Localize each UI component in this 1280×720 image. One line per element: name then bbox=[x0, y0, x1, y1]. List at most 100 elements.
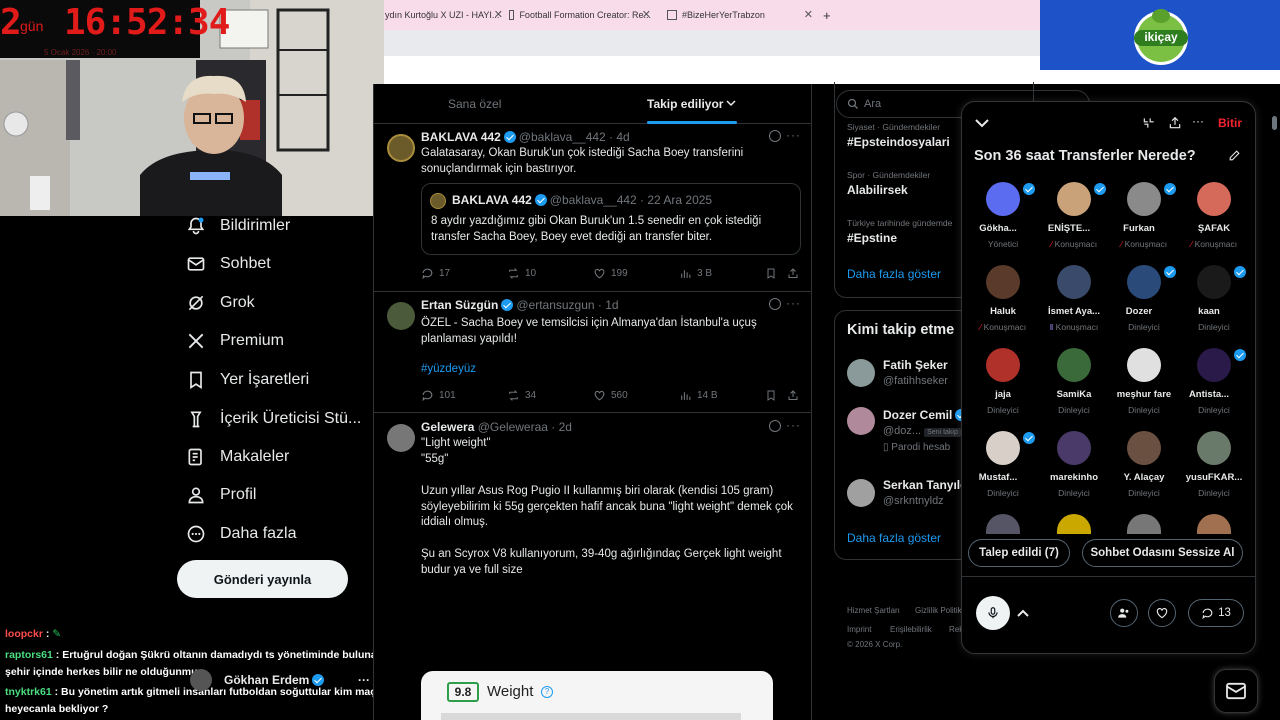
follow-name[interactable]: Fatih Şeker bbox=[883, 358, 948, 372]
space-participant[interactable]: ENİŞTE... ⁄ Konuşmacı bbox=[1039, 182, 1109, 264]
browser-tab[interactable]: ydın Kurtoğlu X UZI - HAYI... ✕ bbox=[385, 4, 503, 26]
bookmark-icon[interactable] bbox=[765, 389, 777, 402]
browser-tab[interactable]: #BizeHerYerTrabzon ✕ bbox=[667, 4, 813, 26]
more-dots-icon[interactable]: ··· bbox=[1192, 114, 1204, 128]
avatar[interactable] bbox=[847, 479, 875, 507]
space-participant[interactable]: İsmet Aya... ‖ Konuşmacı bbox=[1039, 265, 1109, 347]
avatar[interactable] bbox=[387, 424, 415, 452]
mute-space-button[interactable]: Sohbet Odasını Sessize Al bbox=[1082, 539, 1243, 567]
author-name[interactable]: Ertan Süzgün bbox=[421, 298, 498, 312]
microphone-button[interactable] bbox=[976, 596, 1010, 630]
trend-item[interactable]: Alabilirsek bbox=[847, 183, 908, 197]
messages-drawer-button[interactable] bbox=[1214, 669, 1258, 713]
tab-for-you[interactable]: Sana özel bbox=[448, 97, 501, 111]
space-participant[interactable]: jaja Dinleyici bbox=[968, 348, 1038, 430]
space-participant[interactable]: yusuFKAR... Dinleyici bbox=[1179, 431, 1249, 513]
share-icon[interactable] bbox=[787, 389, 799, 402]
space-participant[interactable]: SamiKa Dinleyici bbox=[1039, 348, 1109, 430]
nav-creator-studio[interactable]: İçerik Üreticisi Stü... bbox=[186, 405, 361, 433]
grok-icon[interactable] bbox=[769, 420, 781, 432]
footer-link[interactable]: Erişilebilirlik bbox=[890, 625, 932, 634]
address-bar[interactable] bbox=[383, 30, 1040, 56]
account-switcher[interactable]: Gökhan Erdem ··· bbox=[190, 669, 370, 691]
participants-button[interactable] bbox=[1110, 599, 1138, 627]
space-participant[interactable]: kaan Dinleyici bbox=[1179, 265, 1249, 347]
repost-button[interactable]: 10 bbox=[507, 267, 536, 280]
space-participant[interactable]: marekinho Dinleyici bbox=[1039, 431, 1109, 513]
new-tab-button[interactable]: + bbox=[823, 4, 835, 26]
grok-icon[interactable] bbox=[769, 298, 781, 310]
like-button[interactable]: 560 bbox=[593, 389, 628, 402]
more-dots-icon[interactable]: ··· bbox=[786, 418, 801, 432]
share-icon[interactable] bbox=[787, 267, 799, 280]
end-space-button[interactable]: Bitir bbox=[1218, 116, 1242, 130]
avatar[interactable] bbox=[847, 407, 875, 435]
close-icon[interactable]: ✕ bbox=[494, 8, 503, 21]
footer-link[interactable]: Hizmet Şartları bbox=[847, 606, 900, 615]
repost-button[interactable]: 34 bbox=[507, 389, 536, 402]
share-icon[interactable] bbox=[1168, 116, 1182, 130]
comments-button[interactable]: 13 bbox=[1188, 599, 1244, 627]
show-more-link[interactable]: Daha fazla göster bbox=[847, 531, 941, 545]
comment-icon bbox=[1202, 608, 1213, 619]
space-participant[interactable]: Furkan ⁄ Konuşmacı bbox=[1109, 182, 1179, 264]
space-participant[interactable]: meşhur fare Dinleyici bbox=[1109, 348, 1179, 430]
more-dots-icon[interactable]: ··· bbox=[786, 128, 801, 142]
nav-bookmarks[interactable]: Yer İşaretleri bbox=[186, 366, 309, 394]
more-dots-icon[interactable]: ··· bbox=[786, 296, 801, 310]
nav-grok[interactable]: Grok bbox=[186, 289, 255, 317]
avatar[interactable] bbox=[847, 359, 875, 387]
chevron-up-icon[interactable] bbox=[1017, 609, 1029, 617]
show-more-link[interactable]: Daha fazla göster bbox=[847, 267, 941, 281]
browser-tab[interactable]: Football Formation Creator: Re... ✕ bbox=[509, 4, 651, 26]
nav-messages[interactable]: Sohbet bbox=[186, 250, 271, 278]
post-button[interactable]: Gönderi yayınla bbox=[177, 560, 348, 598]
chevron-down-icon[interactable] bbox=[975, 118, 989, 128]
space-participant[interactable]: Haluk ⁄ Konuşmacı bbox=[968, 265, 1038, 347]
nav-more[interactable]: Daha fazla bbox=[186, 520, 297, 548]
close-icon[interactable]: ✕ bbox=[642, 8, 651, 21]
nav-profile[interactable]: Profil bbox=[186, 481, 256, 509]
follow-name[interactable]: Serkan Tanyıld bbox=[883, 478, 967, 492]
tab-following[interactable]: Takip ediliyor bbox=[647, 97, 723, 111]
nav-articles[interactable]: Makaleler bbox=[186, 443, 289, 471]
space-participant[interactable]: Dozer Dinleyici bbox=[1109, 265, 1179, 347]
views-button[interactable]: 3 B bbox=[679, 267, 712, 280]
avatar[interactable] bbox=[387, 134, 415, 162]
footer-link[interactable]: Imprint bbox=[847, 625, 871, 634]
trend-item[interactable]: #Epstine bbox=[847, 231, 897, 245]
tweet-media-image[interactable]: 9.8 Weight ? bbox=[421, 671, 773, 720]
nav-notifications[interactable]: Bildirimler bbox=[186, 212, 290, 240]
space-participant[interactable]: Antista... Dinleyici bbox=[1179, 348, 1249, 430]
quoted-tweet[interactable]: BAKLAVA 442 @baklava__442 · 22 Ara 2025 8… bbox=[421, 183, 801, 255]
footer-link[interactable]: Gizlilik Politik bbox=[915, 606, 962, 615]
bookmark-icon[interactable] bbox=[765, 267, 777, 280]
tweet[interactable]: Ertan Süzgün @ertansuzgun · 1d ··· ÖZEL -… bbox=[374, 292, 811, 413]
reply-button[interactable]: 101 bbox=[421, 389, 456, 402]
follow-name-row[interactable]: Dozer Cemil bbox=[883, 408, 970, 422]
author-name[interactable]: BAKLAVA 442 bbox=[421, 130, 501, 144]
views-button[interactable]: 14 B bbox=[679, 389, 718, 402]
close-icon[interactable]: ✕ bbox=[804, 8, 813, 21]
react-button[interactable] bbox=[1148, 599, 1176, 627]
grok-icon[interactable] bbox=[769, 130, 781, 142]
requests-button[interactable]: Talep edildi (7) bbox=[968, 539, 1070, 567]
minimize-icon[interactable] bbox=[1142, 116, 1156, 130]
chevron-down-icon[interactable] bbox=[726, 100, 736, 108]
space-participant[interactable]: Gökha... Yönetici bbox=[968, 182, 1038, 264]
hashtag-link[interactable]: #yüzdeyüz bbox=[421, 362, 801, 378]
scrollbar-thumb[interactable] bbox=[1272, 116, 1277, 130]
avatar[interactable] bbox=[387, 302, 415, 330]
space-participant[interactable]: Mustaf... Dinleyici bbox=[968, 431, 1038, 513]
tweet[interactable]: Gelewera @Geleweraa · 2d ··· "Light weig… bbox=[374, 414, 811, 720]
space-participant[interactable]: ŞAFAK ⁄ Konuşmacı bbox=[1179, 182, 1249, 264]
author-name[interactable]: Gelewera bbox=[421, 420, 474, 434]
like-button[interactable]: 199 bbox=[593, 267, 628, 280]
tweet[interactable]: BAKLAVA 442 @baklava__442 · 4d ··· Galata… bbox=[374, 124, 811, 292]
reply-button[interactable]: 17 bbox=[421, 267, 450, 280]
edit-icon[interactable] bbox=[1228, 149, 1241, 162]
more-dots-icon[interactable]: ··· bbox=[358, 673, 370, 687]
trend-item[interactable]: #Epsteindosyalari bbox=[847, 135, 950, 149]
nav-premium[interactable]: Premium bbox=[186, 327, 284, 355]
space-participant[interactable]: Y. Alaçay Dinleyici bbox=[1109, 431, 1179, 513]
